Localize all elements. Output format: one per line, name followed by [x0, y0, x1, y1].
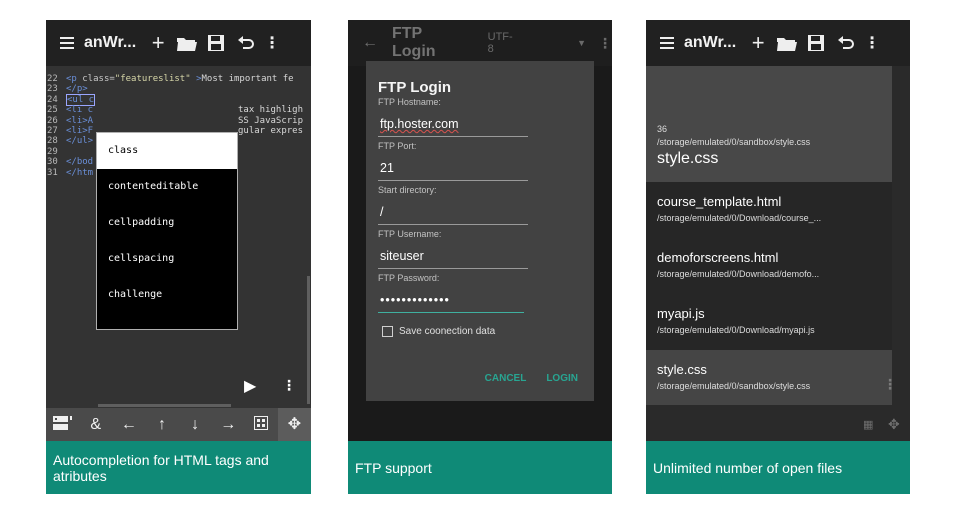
- autocomplete-item[interactable]: challenge: [97, 277, 237, 313]
- code-line: 24 <ul c: [47, 93, 96, 106]
- code-line: 26 <li>A SS JavaScrip: [47, 115, 304, 126]
- code-editor[interactable]: 22 <p class="featureslist" >Most importan…: [46, 66, 311, 428]
- back-arrow-icon[interactable]: ←: [362, 34, 378, 52]
- shortcut-keybar: & ← ↑ ↓ → ✥: [46, 408, 311, 442]
- file-path: /storage/emulated/0/sandbox/style.css: [657, 381, 811, 391]
- open-file-item[interactable]: myapi.js /storage/emulated/0/Download/my…: [646, 294, 892, 350]
- caption: FTP support: [348, 441, 612, 494]
- editor-toolbar: anWr... + ⋮: [46, 20, 311, 66]
- save-connection-checkbox[interactable]: [382, 326, 393, 337]
- folder-icon[interactable]: [774, 36, 800, 51]
- screenshot-open-files: anWr... + ⋮ 36 /storage/emulated/0/sandb…: [646, 20, 910, 494]
- overflow-menu-icon[interactable]: ⋮: [864, 33, 880, 53]
- cancel-button[interactable]: CANCEL: [485, 373, 527, 384]
- horizontal-scrollbar[interactable]: [98, 404, 231, 407]
- app-title: anWr...: [84, 34, 137, 51]
- screenshot-ftp: ← FTP Login UTF-8 ▼ ⋮ FTP Login FTP Host…: [348, 20, 612, 494]
- code-line: 25 <li c tax highligh: [47, 105, 304, 116]
- login-button[interactable]: LOGIN: [546, 373, 578, 384]
- hostname-label: FTP Hostname:: [378, 97, 441, 107]
- file-line-count: 36: [657, 124, 668, 134]
- menu-icon[interactable]: [50, 37, 84, 49]
- username-label: FTP Username:: [378, 229, 442, 239]
- directory-field[interactable]: /: [378, 205, 528, 225]
- menu-icon[interactable]: [650, 37, 684, 49]
- autocomplete-item[interactable]: contenteditable: [97, 169, 237, 205]
- caption: Unlimited number of open files: [646, 441, 910, 494]
- dropdown-icon[interactable]: ▼: [577, 38, 586, 48]
- save-icon[interactable]: [204, 35, 228, 51]
- autocomplete-item[interactable]: class: [97, 133, 237, 169]
- file-path: /storage/emulated/0/Download/demofo...: [657, 269, 820, 279]
- save-connection-label: Save coonection data: [399, 326, 496, 337]
- folder-icon[interactable]: [174, 36, 200, 51]
- file-path: /storage/emulated/0/Download/myapi.js: [657, 325, 815, 335]
- move-icon[interactable]: ✥: [277, 408, 311, 442]
- file-name: demoforscreens.html: [657, 250, 779, 265]
- overflow-menu-icon[interactable]: ⋮: [264, 33, 280, 53]
- hostname-field[interactable]: ftp.hoster.com: [378, 117, 528, 137]
- arrow-up-icon[interactable]: ↑: [145, 416, 178, 434]
- arrow-left-icon[interactable]: ←: [112, 416, 145, 434]
- dialog-title: FTP Login: [378, 79, 452, 96]
- undo-icon[interactable]: [234, 36, 258, 50]
- code-line: 22 <p class="featureslist" >Most importan…: [47, 74, 294, 84]
- save-icon[interactable]: [804, 35, 828, 51]
- port-label: FTP Port:: [378, 141, 417, 151]
- autocomplete-popup: class contenteditable cellpadding cellsp…: [96, 132, 238, 330]
- editor-background-strip: [892, 66, 910, 428]
- editor-toolbar: anWr... + ⋮: [646, 20, 910, 66]
- file-name: style.css: [657, 362, 707, 377]
- open-files-list: 36 /storage/emulated/0/sandbox/style.css…: [646, 66, 910, 428]
- directory-label: Start directory:: [378, 185, 437, 195]
- save-connection-row[interactable]: Save coonection data: [378, 326, 580, 337]
- file-path: /storage/emulated/0/Download/course_...: [657, 213, 822, 223]
- open-file-item[interactable]: 36 /storage/emulated/0/sandbox/style.css…: [646, 66, 892, 182]
- autocomplete-item[interactable]: cellpadding: [97, 205, 237, 241]
- add-icon[interactable]: +: [146, 30, 170, 56]
- vertical-scrollbar[interactable]: [307, 276, 310, 404]
- password-field[interactable]: •••••••••••••: [378, 293, 524, 313]
- play-icon[interactable]: ▶: [244, 376, 256, 396]
- add-icon[interactable]: +: [746, 30, 770, 56]
- dialog-actions: CANCEL LOGIN: [485, 373, 578, 384]
- file-name: myapi.js: [657, 306, 705, 321]
- cursor-token: <ul c: [66, 93, 96, 106]
- app-title: anWr...: [684, 34, 737, 51]
- encoding-label[interactable]: UTF-8: [488, 31, 517, 55]
- arrow-down-icon[interactable]: ↓: [179, 416, 212, 434]
- ampersand-key[interactable]: &: [79, 416, 112, 434]
- undo-icon[interactable]: [834, 36, 858, 50]
- file-name: course_template.html: [657, 194, 782, 209]
- password-label: FTP Password:: [378, 273, 440, 283]
- arrow-right-icon[interactable]: →: [212, 416, 245, 434]
- file-path: /storage/emulated/0/sandbox/style.css: [657, 137, 811, 147]
- open-file-item[interactable]: course_template.html /storage/emulated/0…: [646, 182, 892, 238]
- tab-key-icon[interactable]: [46, 415, 79, 435]
- open-file-item[interactable]: style.css /storage/emulated/0/sandbox/st…: [646, 350, 892, 406]
- port-field[interactable]: 21: [378, 161, 528, 181]
- autocomplete-item[interactable]: cellspacing: [97, 241, 237, 277]
- toolbar-title: FTP Login: [392, 25, 436, 60]
- overflow-menu-icon[interactable]: ⋮: [598, 35, 612, 52]
- select-all-icon[interactable]: [245, 415, 278, 435]
- ftp-toolbar: ← FTP Login UTF-8 ▼ ⋮: [348, 20, 612, 66]
- caption: Autocompletion for HTML tags and atribut…: [46, 441, 311, 494]
- select-all-icon[interactable]: ▦: [863, 418, 873, 431]
- ftp-login-dialog: FTP Login FTP Hostname: ftp.hoster.com F…: [366, 61, 594, 401]
- open-file-item[interactable]: demoforscreens.html /storage/emulated/0/…: [646, 238, 892, 294]
- overflow-menu-icon[interactable]: ⋮: [883, 376, 897, 393]
- move-icon[interactable]: ✥: [888, 416, 900, 433]
- screenshot-autocompletion: anWr... + ⋮ 22 <p class="featureslist" >M…: [46, 20, 311, 494]
- overflow-menu-icon[interactable]: ⋮: [282, 377, 296, 394]
- username-field[interactable]: siteuser: [378, 249, 528, 269]
- file-name: style.css: [657, 150, 719, 167]
